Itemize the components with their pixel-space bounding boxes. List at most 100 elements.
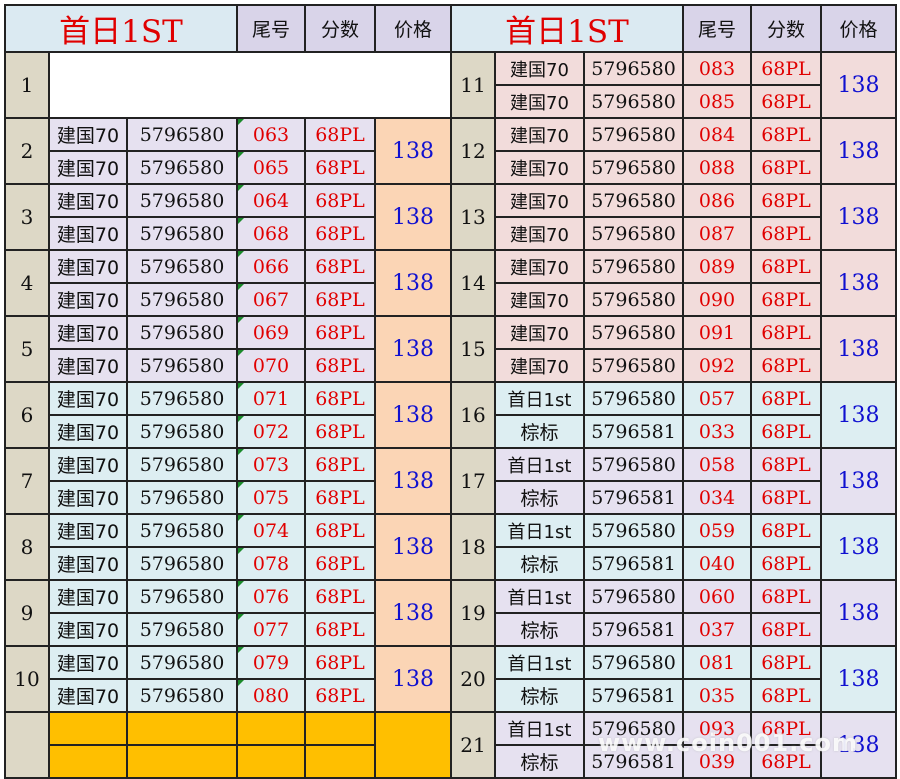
grade-score: 68PL [304, 282, 376, 317]
table-row: 9 建国70 5796580 076 68PL 138 19 首日1st 5796580 060 6… [4, 579, 897, 647]
tail-number: 037 [682, 612, 752, 647]
cell-comment-marker [239, 582, 244, 587]
tail-number: 064 [236, 183, 306, 218]
stamp-name: 建国70 [48, 348, 128, 383]
tail-number: 063 [236, 117, 306, 152]
price: 138 [374, 183, 452, 251]
grade-score: 68PL [750, 546, 822, 581]
stamp-name: 建国70 [494, 117, 585, 152]
grade-score: 68PL [304, 315, 376, 350]
stamp-name: 建国70 [48, 546, 128, 581]
stamp-code: 5796580 [126, 216, 238, 251]
tail-number: 033 [682, 414, 752, 449]
stamp-code: 5796580 [126, 249, 238, 284]
tail-number: 089 [682, 249, 752, 284]
stamp-name: 首日1st [494, 645, 585, 680]
empty-gold-cell [304, 711, 376, 746]
stamp-name: 建国70 [48, 447, 128, 482]
tail-number: 077 [236, 612, 306, 647]
stamp-name: 建国70 [48, 579, 128, 614]
grade-score: 68PL [750, 51, 822, 86]
price: 138 [374, 513, 452, 581]
empty-gold-cell [304, 744, 376, 779]
stamp-name: 建国70 [48, 183, 128, 218]
tail-number: 066 [236, 249, 306, 284]
grade-score: 68PL [750, 282, 822, 317]
stamp-name: 建国70 [48, 414, 128, 449]
tail-number: 070 [236, 348, 306, 383]
stamp-code: 5796580 [126, 612, 238, 647]
tail-number: 086 [682, 183, 752, 218]
tail-number: 092 [682, 348, 752, 383]
empty-gold-cell [48, 711, 128, 746]
empty-gold-cell [374, 711, 452, 779]
stamp-code: 5796580 [126, 348, 238, 383]
cell-comment-marker [239, 285, 244, 290]
group-number: 4 [4, 249, 50, 317]
group-number: 16 [450, 381, 496, 449]
stamp-code: 5796580 [126, 282, 238, 317]
right-title: 首日1ST [450, 4, 684, 53]
group-number: 17 [450, 447, 496, 515]
tail-number: 058 [682, 447, 752, 482]
group-number: 2 [4, 117, 50, 185]
cell-comment-marker [239, 549, 244, 554]
grade-score: 68PL [304, 612, 376, 647]
grade-score: 68PL [750, 414, 822, 449]
table-row: 8 建国70 5796580 074 68PL 138 18 首日1st 5796580 059 6… [4, 513, 897, 581]
tail-number: 072 [236, 414, 306, 449]
stamp-code: 5796580 [126, 645, 238, 680]
stamp-name: 首日1st [494, 711, 585, 746]
grade-score: 68PL [750, 579, 822, 614]
grade-score: 68PL [750, 513, 822, 548]
group-number: 12 [450, 117, 496, 185]
stamp-name: 建国70 [48, 480, 128, 515]
tail-number: 087 [682, 216, 752, 251]
stamp-code: 5796580 [583, 51, 684, 86]
right-tail-header: 尾号 [682, 4, 752, 53]
stamp-code: 5796580 [583, 348, 684, 383]
cell-comment-marker [239, 417, 244, 422]
stamp-code: 5796580 [126, 117, 238, 152]
price: 138 [820, 645, 897, 713]
stamp-name: 建国70 [48, 678, 128, 713]
stamp-code: 5796581 [583, 612, 684, 647]
price: 138 [374, 381, 452, 449]
stamp-name: 建国70 [494, 315, 585, 350]
tail-number: 068 [236, 216, 306, 251]
tail-number: 040 [682, 546, 752, 581]
stamp-code: 5796580 [583, 249, 684, 284]
cell-comment-marker [239, 681, 244, 686]
grade-score: 68PL [750, 216, 822, 251]
tail-number: 069 [236, 315, 306, 350]
cell-comment-marker [239, 318, 244, 323]
grade-score: 68PL [304, 249, 376, 284]
tail-number: 076 [236, 579, 306, 614]
grade-score: 68PL [750, 84, 822, 119]
group-number: 7 [4, 447, 50, 515]
group-number: 21 [450, 711, 496, 779]
group-number: 11 [450, 51, 496, 119]
tail-number: 074 [236, 513, 306, 548]
grade-score: 68PL [750, 447, 822, 482]
grade-score: 68PL [304, 381, 376, 416]
cell-comment-marker [239, 351, 244, 356]
stamp-name: 建国70 [48, 645, 128, 680]
grade-score: 68PL [304, 645, 376, 680]
stamp-code: 5796580 [126, 183, 238, 218]
tail-number: 060 [682, 579, 752, 614]
empty-gold-cell [126, 744, 238, 779]
tail-number: 035 [682, 678, 752, 713]
stamp-name: 建国70 [48, 117, 128, 152]
stamp-code: 5796580 [583, 645, 684, 680]
stamp-name: 建国70 [494, 183, 585, 218]
tail-number: 065 [236, 150, 306, 185]
price: 138 [820, 579, 897, 647]
group-number: 3 [4, 183, 50, 251]
group-number: 19 [450, 579, 496, 647]
stamp-name: 建国70 [48, 612, 128, 647]
table-row: 10 建国70 5796580 079 68PL 138 20 首日1st 5796580 081… [4, 645, 897, 713]
empty-gold-cell [126, 711, 238, 746]
stamp-code: 5796580 [126, 315, 238, 350]
stamp-name: 首日1st [494, 579, 585, 614]
